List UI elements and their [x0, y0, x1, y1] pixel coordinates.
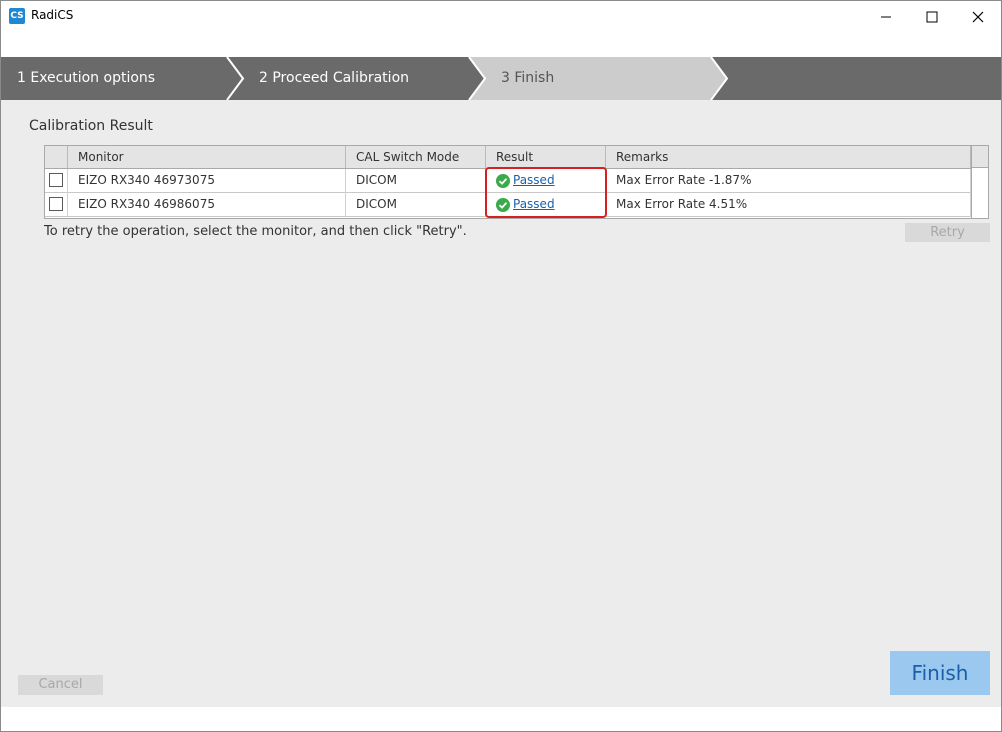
check-circle-icon: [496, 198, 510, 212]
row-checkbox[interactable]: [49, 173, 63, 187]
passed-link[interactable]: Passed: [513, 193, 555, 216]
row-checkbox-cell: [45, 169, 68, 193]
maximize-button[interactable]: [909, 1, 955, 33]
maximize-icon: [926, 11, 938, 23]
scrollbar-track[interactable]: [971, 168, 988, 218]
calibration-result-table: Monitor CAL Switch Mode Result Remarks E…: [44, 145, 989, 219]
retry-instruction: To retry the operation, select the monit…: [44, 224, 467, 239]
header-remarks: Remarks: [606, 146, 971, 168]
result-cell: Passed: [486, 193, 606, 217]
section-title: Calibration Result: [29, 118, 153, 134]
window-bottom-strip: [1, 707, 1001, 731]
minimize-button[interactable]: [863, 1, 909, 33]
header-monitor: Monitor: [68, 146, 346, 168]
remarks-cell: Max Error Rate -1.87%: [606, 169, 971, 193]
table-header: Monitor CAL Switch Mode Result Remarks: [45, 146, 971, 169]
monitor-cell: EIZO RX340 46986075: [68, 193, 346, 217]
header-cal-switch-mode: CAL Switch Mode: [346, 146, 486, 168]
cal-mode-cell: DICOM: [346, 193, 486, 217]
row-checkbox-cell: [45, 193, 68, 217]
step-proceed-calibration: 2 Proceed Calibration: [259, 70, 410, 86]
remarks-cell: Max Error Rate 4.51%: [606, 193, 971, 217]
retry-button[interactable]: Retry: [905, 223, 990, 242]
close-icon: [972, 11, 984, 23]
minimize-icon: [881, 16, 891, 18]
app-icon: CS: [9, 8, 25, 24]
finish-button[interactable]: Finish: [890, 651, 990, 695]
table-row[interactable]: EIZO RX340 46973075 DICOM Passed Max Err…: [45, 169, 971, 193]
close-button[interactable]: [955, 1, 1001, 33]
step-execution-options: 1 Execution options: [17, 70, 156, 86]
wizard-steps: 1 Execution options 2 Proceed Calibratio…: [1, 57, 1001, 100]
title-bar: CS RadiCS: [1, 1, 1001, 33]
header-result: Result: [486, 146, 606, 168]
check-circle-icon: [496, 174, 510, 188]
header-checkbox-column: [45, 146, 68, 168]
window-title: RadiCS: [31, 8, 74, 22]
monitor-cell: EIZO RX340 46973075: [68, 169, 346, 193]
scrollbar-header: [971, 146, 988, 168]
passed-link[interactable]: Passed: [513, 169, 555, 192]
row-checkbox[interactable]: [49, 197, 63, 211]
main-content: Calibration Result Monitor CAL Switch Mo…: [1, 100, 1001, 707]
cancel-button[interactable]: Cancel: [18, 675, 103, 695]
result-cell: Passed: [486, 169, 606, 193]
radics-window: CS RadiCS 1 Execution options 2 Proceed …: [0, 0, 1002, 732]
cal-mode-cell: DICOM: [346, 169, 486, 193]
table-row[interactable]: EIZO RX340 46986075 DICOM Passed Max Err…: [45, 193, 971, 217]
step-finish: 3 Finish: [501, 70, 555, 86]
